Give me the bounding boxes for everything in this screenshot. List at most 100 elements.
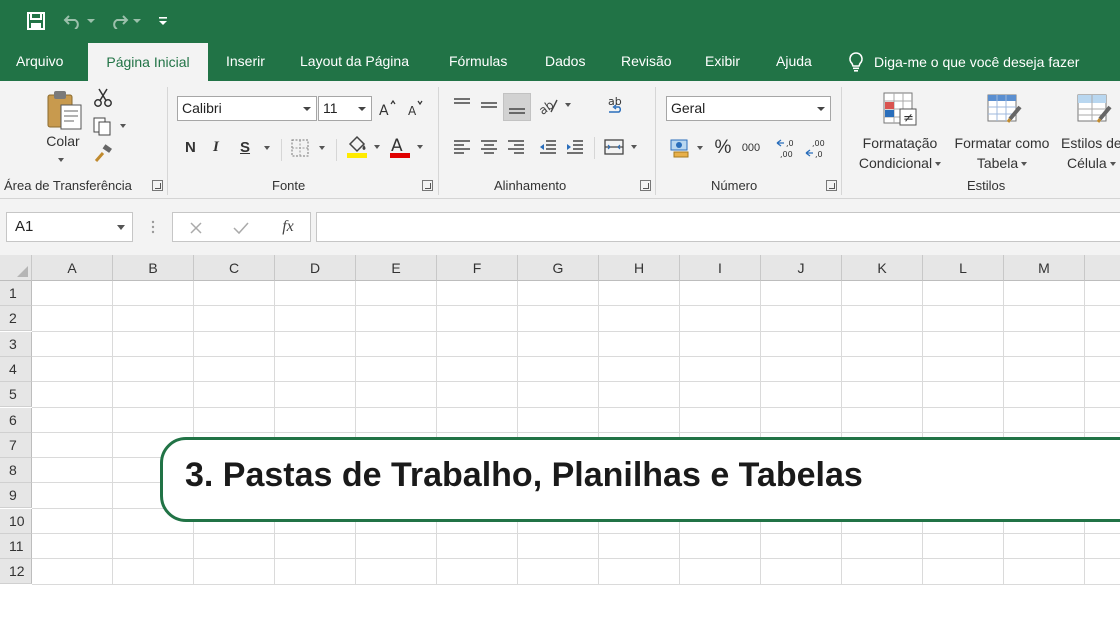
formula-bar-grip-icon[interactable] <box>146 216 160 238</box>
copy-icon[interactable] <box>90 115 130 137</box>
column-header-g[interactable]: G <box>518 255 599 281</box>
align-left-icon[interactable] <box>450 135 474 159</box>
cell-styles-button[interactable]: Estilos de Célula <box>1060 133 1120 173</box>
enter-check-icon[interactable] <box>230 217 252 239</box>
clipboard-launcher-icon[interactable] <box>152 180 163 191</box>
column-header-b[interactable]: B <box>113 255 194 281</box>
number-launcher-icon[interactable] <box>826 180 837 191</box>
insert-function-button[interactable]: fx <box>275 216 301 238</box>
cell-styles-icon[interactable] <box>1072 87 1116 131</box>
lightbulb-icon <box>849 51 863 72</box>
align-center-icon[interactable] <box>477 135 501 159</box>
row-header-10[interactable]: 10 <box>0 508 32 534</box>
undo-icon[interactable] <box>62 0 84 42</box>
conditional-formatting-button[interactable]: Formatação Condicional <box>856 133 944 173</box>
underline-button[interactable]: S <box>240 139 250 156</box>
bold-button[interactable]: N <box>185 139 196 156</box>
format-as-table-button[interactable]: Formatar como Tabela <box>948 133 1056 173</box>
formula-input[interactable] <box>316 212 1120 242</box>
align-bottom-icon[interactable] <box>503 93 531 121</box>
row-header-12[interactable]: 12 <box>0 559 32 585</box>
tab-file[interactable]: Arquivo <box>16 42 63 81</box>
cut-icon[interactable] <box>92 87 114 109</box>
decrease-font-size-icon[interactable]: A <box>404 97 426 119</box>
format-as-table-icon[interactable] <box>982 87 1026 131</box>
tab-data[interactable]: Dados <box>545 42 585 81</box>
svg-text:,00: ,00 <box>812 139 825 148</box>
alignment-launcher-icon[interactable] <box>640 180 651 191</box>
redo-dropdown-icon[interactable] <box>132 0 142 42</box>
column-header-n[interactable]: N <box>1085 255 1120 281</box>
column-header-m[interactable]: M <box>1004 255 1085 281</box>
undo-dropdown-icon[interactable] <box>86 0 96 42</box>
font-launcher-icon[interactable] <box>422 180 433 191</box>
merge-center-icon[interactable] <box>602 135 642 159</box>
borders-icon[interactable] <box>289 136 329 160</box>
font-size-select[interactable]: 11 <box>318 96 372 121</box>
name-box[interactable]: A1 <box>6 212 133 242</box>
select-all-corner[interactable] <box>0 255 32 281</box>
redo-icon[interactable] <box>108 0 130 42</box>
column-header-j[interactable]: J <box>761 255 842 281</box>
gridline-vertical <box>436 281 437 585</box>
decrease-indent-icon[interactable] <box>536 135 560 159</box>
decrease-decimal-icon[interactable]: ,00,0 <box>803 135 829 161</box>
save-icon[interactable] <box>24 0 48 42</box>
tab-formulas[interactable]: Fórmulas <box>449 42 507 81</box>
row-header-1[interactable]: 1 <box>0 281 32 306</box>
percent-style-button[interactable]: % <box>710 137 736 159</box>
column-header-k[interactable]: K <box>842 255 923 281</box>
cancel-icon[interactable] <box>185 217 207 239</box>
format-painter-icon[interactable] <box>92 143 114 165</box>
increase-font-size-icon[interactable]: A <box>376 97 398 119</box>
tell-me-box[interactable]: Diga-me o que você deseja fazer <box>848 42 1079 81</box>
paste-button-label[interactable]: Colar <box>36 133 90 149</box>
column-header-d[interactable]: D <box>275 255 356 281</box>
format-as-table-line1: Formatar como <box>954 135 1050 151</box>
number-group-label: Número <box>711 178 758 193</box>
customize-qat-icon[interactable] <box>156 0 170 42</box>
tab-view[interactable]: Exibir <box>705 42 740 81</box>
accounting-format-icon[interactable] <box>668 135 708 161</box>
row-header-6[interactable]: 6 <box>0 407 32 433</box>
column-header-h[interactable]: H <box>599 255 680 281</box>
column-header-e[interactable]: E <box>356 255 437 281</box>
orientation-icon[interactable]: ab <box>536 93 574 117</box>
worksheet-grid[interactable]: ABCDEFGHIJKLMN123456789101112 <box>0 255 1120 585</box>
row-header-4[interactable]: 4 <box>0 356 32 382</box>
row-header-3[interactable]: 3 <box>0 331 32 357</box>
wrap-text-icon[interactable]: ab <box>604 93 628 119</box>
comma-style-button[interactable]: 000 <box>738 137 764 159</box>
tab-home[interactable]: Página Inicial <box>88 43 208 81</box>
increase-decimal-icon[interactable]: ,0,00 <box>774 135 800 161</box>
increase-indent-icon[interactable] <box>563 135 587 159</box>
align-right-icon[interactable] <box>504 135 528 159</box>
align-top-icon[interactable] <box>450 93 474 117</box>
font-name-select[interactable]: Calibri <box>177 96 317 121</box>
tab-help[interactable]: Ajuda <box>776 42 812 81</box>
tab-page-layout[interactable]: Layout da Página <box>300 42 409 81</box>
column-header-c[interactable]: C <box>194 255 275 281</box>
column-header-i[interactable]: I <box>680 255 761 281</box>
tab-insert[interactable]: Inserir <box>226 42 265 81</box>
column-header-f[interactable]: F <box>437 255 518 281</box>
column-header-l[interactable]: L <box>923 255 1004 281</box>
conditional-formatting-icon[interactable]: ≠ <box>878 87 922 131</box>
row-header-5[interactable]: 5 <box>0 382 32 408</box>
font-color-icon[interactable]: A <box>386 133 428 161</box>
align-middle-icon[interactable] <box>477 93 501 117</box>
row-header-7[interactable]: 7 <box>0 432 32 458</box>
number-format-select[interactable]: Geral <box>666 96 831 121</box>
fill-color-icon[interactable] <box>343 133 385 161</box>
row-header-9[interactable]: 9 <box>0 483 32 509</box>
row-header-8[interactable]: 8 <box>0 458 32 484</box>
row-header-11[interactable]: 11 <box>0 534 32 559</box>
tab-review[interactable]: Revisão <box>621 42 672 81</box>
svg-text:≠: ≠ <box>903 111 914 126</box>
row-header-2[interactable]: 2 <box>0 306 32 332</box>
column-header-a[interactable]: A <box>32 255 113 281</box>
italic-button[interactable]: I <box>213 139 219 156</box>
paste-icon[interactable] <box>42 87 86 133</box>
underline-dropdown-icon[interactable] <box>260 141 274 155</box>
paste-dropdown-icon[interactable] <box>54 155 68 165</box>
